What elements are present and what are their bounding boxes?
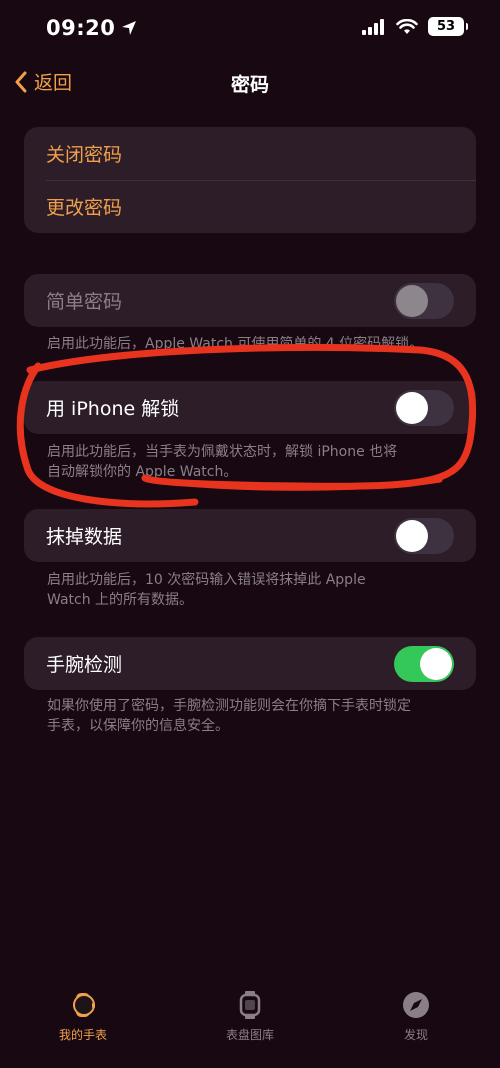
compass-icon [403,992,429,1018]
erase-data-label: 抹掉数据 [46,526,123,548]
toggle-knob [396,519,428,552]
erase-data-footnote: 启用此功能后，10 次密码输入错误将抹掉此 Apple Watch 上的所有数据… [47,570,457,610]
erase-data-toggle[interactable] [394,517,454,554]
toggle-knob [420,647,452,680]
tab-my-watch-label: 我的手表 [58,1028,107,1042]
unlock-with-iphone-row: 用 iPhone 解锁 [24,381,476,434]
unlock-footnote-line-1: 启用此功能后，当手表为佩戴状态时，解锁 iPhone 也将 [47,444,398,460]
unlock-with-iphone-group: 用 iPhone 解锁 [24,381,476,434]
simple-passcode-row: 简单密码 [24,274,476,327]
turn-off-passcode-label: 关闭密码 [46,144,123,166]
status-indicators: 53 [362,17,468,36]
unlock-with-iphone-toggle[interactable] [394,389,454,426]
tab-my-watch[interactable]: 我的手表 [23,990,143,1043]
erase-footnote-line-1: 启用此功能后，10 次密码输入错误将抹掉此 Apple [47,572,366,588]
page-title: 密码 [230,74,269,96]
status-bar: 09:20 53 [0,0,500,60]
wrist-detection-toggle[interactable] [394,645,454,682]
watch-icon [73,993,95,1017]
erase-data-row: 抹掉数据 [24,509,476,562]
simple-passcode-group: 简单密码 [24,274,476,327]
passcode-actions-group: 关闭密码 更改密码 [24,127,476,233]
wrist-footnote-line-2: 手表，以保障你的信息安全。 [47,718,229,734]
location-arrow-icon [122,21,137,35]
simple-passcode-toggle[interactable] [394,282,454,319]
status-time: 09:20 [46,16,137,40]
tab-face-gallery-label: 表盘图库 [225,1028,274,1042]
tab-discover-label: 发现 [403,1028,428,1042]
erase-data-group: 抹掉数据 [24,509,476,562]
simple-passcode-label: 简单密码 [46,291,123,313]
erase-footnote-line-2: Watch 上的所有数据。 [47,592,194,608]
wrist-footnote-line-1: 如果你使用了密码，手腕检测功能则会在你摘下手表时锁定 [47,698,411,714]
wrist-detection-row: 手腕检测 [24,637,476,690]
wrist-detection-footnote: 如果你使用了密码，手腕检测功能则会在你摘下手表时锁定 手表，以保障你的信息安全。 [47,696,457,736]
change-passcode-label: 更改密码 [46,197,123,219]
tab-discover[interactable]: 发现 [356,990,476,1043]
unlock-with-iphone-label: 用 iPhone 解锁 [46,398,180,420]
wrist-detection-group: 手腕检测 [24,637,476,690]
battery-indicator: 53 [428,17,468,36]
navigation-bar: 返回 密码 [0,60,500,104]
cellular-signal-icon [362,18,384,35]
wrist-detection-label: 手腕检测 [46,654,123,676]
time-label: 09:20 [46,16,116,40]
unlock-with-iphone-footnote: 启用此功能后，当手表为佩戴状态时，解锁 iPhone 也将 自动解锁你的 App… [47,442,457,482]
battery-level: 53 [436,19,456,34]
tab-bar: 我的手表 表盘图库 发现 [0,980,500,1068]
watch-face-icon [239,991,261,1019]
simple-passcode-footnote-text: 启用此功能后，Apple Watch 可使用简单的 4 位密码解锁。 [47,336,424,352]
toggle-knob [396,391,428,424]
toggle-knob [396,284,428,317]
unlock-footnote-line-2: 自动解锁你的 Apple Watch。 [47,464,238,480]
simple-passcode-footnote: 启用此功能后，Apple Watch 可使用简单的 4 位密码解锁。 [47,334,457,354]
tab-face-gallery[interactable]: 表盘图库 [190,990,310,1043]
change-passcode-button[interactable]: 更改密码 [24,180,476,233]
turn-off-passcode-button[interactable]: 关闭密码 [24,127,476,180]
wifi-icon [396,18,418,34]
